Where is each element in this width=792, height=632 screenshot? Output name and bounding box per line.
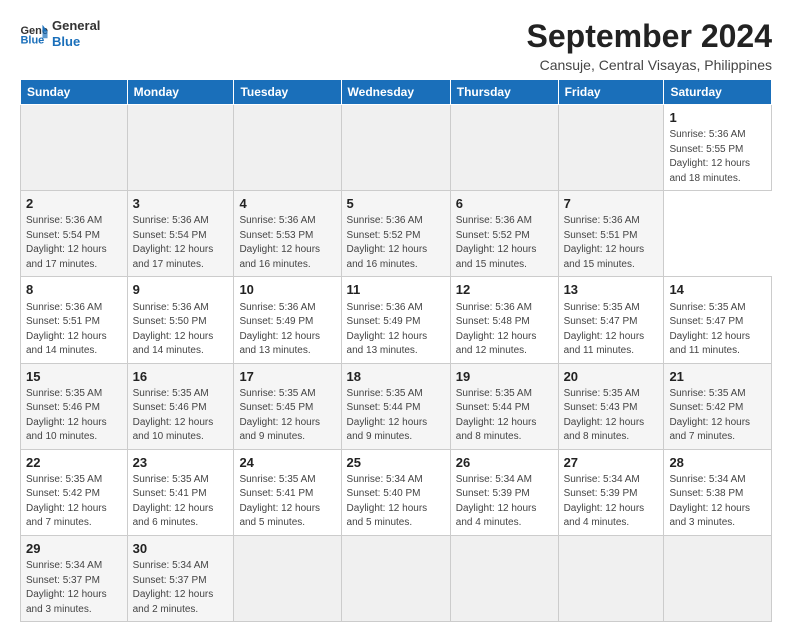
subtitle: Cansuje, Central Visayas, Philippines [527, 57, 772, 73]
calendar-cell-day-30: 30Sunrise: 5:34 AMSunset: 5:37 PMDayligh… [127, 535, 234, 621]
calendar-cell-day-21: 21Sunrise: 5:35 AMSunset: 5:42 PMDayligh… [664, 363, 772, 449]
main-title: September 2024 [527, 18, 772, 55]
calendar-header-tuesday: Tuesday [234, 80, 341, 105]
calendar-cell-day-22: 22Sunrise: 5:35 AMSunset: 5:42 PMDayligh… [21, 449, 128, 535]
calendar-cell-day-18: 18Sunrise: 5:35 AMSunset: 5:44 PMDayligh… [341, 363, 450, 449]
calendar-cell-empty [558, 535, 664, 621]
title-block: September 2024 Cansuje, Central Visayas,… [527, 18, 772, 73]
calendar-cell-day-6: 6Sunrise: 5:36 AMSunset: 5:52 PMDaylight… [450, 191, 558, 277]
calendar-cell-day-13: 13Sunrise: 5:35 AMSunset: 5:47 PMDayligh… [558, 277, 664, 363]
calendar-cell-day-20: 20Sunrise: 5:35 AMSunset: 5:43 PMDayligh… [558, 363, 664, 449]
calendar-cell-empty [558, 105, 664, 191]
calendar-cell-empty [127, 105, 234, 191]
calendar-cell-day-27: 27Sunrise: 5:34 AMSunset: 5:39 PMDayligh… [558, 449, 664, 535]
header: General Blue General Blue September 2024… [20, 18, 772, 73]
calendar-cell-day-16: 16Sunrise: 5:35 AMSunset: 5:46 PMDayligh… [127, 363, 234, 449]
calendar-cell-day-8: 8Sunrise: 5:36 AMSunset: 5:51 PMDaylight… [21, 277, 128, 363]
calendar-header-row: SundayMondayTuesdayWednesdayThursdayFrid… [21, 80, 772, 105]
logo-text-line2: Blue [52, 34, 100, 50]
calendar-cell-day-24: 24Sunrise: 5:35 AMSunset: 5:41 PMDayligh… [234, 449, 341, 535]
logo: General Blue General Blue [20, 18, 100, 49]
calendar-cell-day-14: 14Sunrise: 5:35 AMSunset: 5:47 PMDayligh… [664, 277, 772, 363]
logo-icon: General Blue [20, 23, 48, 45]
calendar-week-5: 22Sunrise: 5:35 AMSunset: 5:42 PMDayligh… [21, 449, 772, 535]
calendar-week-6: 29Sunrise: 5:34 AMSunset: 5:37 PMDayligh… [21, 535, 772, 621]
calendar-cell-empty [21, 105, 128, 191]
calendar-header-sunday: Sunday [21, 80, 128, 105]
calendar-cell-day-4: 4Sunrise: 5:36 AMSunset: 5:53 PMDaylight… [234, 191, 341, 277]
calendar-cell-day-15: 15Sunrise: 5:35 AMSunset: 5:46 PMDayligh… [21, 363, 128, 449]
page: General Blue General Blue September 2024… [0, 0, 792, 632]
calendar-week-2: 2Sunrise: 5:36 AMSunset: 5:54 PMDaylight… [21, 191, 772, 277]
calendar-cell-day-3: 3Sunrise: 5:36 AMSunset: 5:54 PMDaylight… [127, 191, 234, 277]
calendar-cell-day-7: 7Sunrise: 5:36 AMSunset: 5:51 PMDaylight… [558, 191, 664, 277]
calendar-cell-day-10: 10Sunrise: 5:36 AMSunset: 5:49 PMDayligh… [234, 277, 341, 363]
calendar-header-monday: Monday [127, 80, 234, 105]
logo-text-line1: General [52, 18, 100, 34]
calendar-cell-empty [341, 105, 450, 191]
calendar-header-saturday: Saturday [664, 80, 772, 105]
calendar-cell-empty [234, 535, 341, 621]
calendar-cell-day-19: 19Sunrise: 5:35 AMSunset: 5:44 PMDayligh… [450, 363, 558, 449]
calendar-cell-day-28: 28Sunrise: 5:34 AMSunset: 5:38 PMDayligh… [664, 449, 772, 535]
calendar-cell-day-5: 5Sunrise: 5:36 AMSunset: 5:52 PMDaylight… [341, 191, 450, 277]
calendar-header-wednesday: Wednesday [341, 80, 450, 105]
calendar-cell-day-2: 2Sunrise: 5:36 AMSunset: 5:54 PMDaylight… [21, 191, 128, 277]
calendar-week-1: 1Sunrise: 5:36 AMSunset: 5:55 PMDaylight… [21, 105, 772, 191]
calendar-cell-empty [664, 535, 772, 621]
calendar-cell-day-26: 26Sunrise: 5:34 AMSunset: 5:39 PMDayligh… [450, 449, 558, 535]
calendar-cell-day-17: 17Sunrise: 5:35 AMSunset: 5:45 PMDayligh… [234, 363, 341, 449]
calendar-cell-empty [450, 535, 558, 621]
calendar-week-3: 8Sunrise: 5:36 AMSunset: 5:51 PMDaylight… [21, 277, 772, 363]
calendar-cell-empty [341, 535, 450, 621]
calendar-cell-day-25: 25Sunrise: 5:34 AMSunset: 5:40 PMDayligh… [341, 449, 450, 535]
calendar-cell-empty [234, 105, 341, 191]
calendar-cell-day-29: 29Sunrise: 5:34 AMSunset: 5:37 PMDayligh… [21, 535, 128, 621]
calendar-cell-day-11: 11Sunrise: 5:36 AMSunset: 5:49 PMDayligh… [341, 277, 450, 363]
calendar-header-friday: Friday [558, 80, 664, 105]
calendar-cell-day-23: 23Sunrise: 5:35 AMSunset: 5:41 PMDayligh… [127, 449, 234, 535]
calendar-cell-day-1: 1Sunrise: 5:36 AMSunset: 5:55 PMDaylight… [664, 105, 772, 191]
calendar-cell-day-9: 9Sunrise: 5:36 AMSunset: 5:50 PMDaylight… [127, 277, 234, 363]
calendar: SundayMondayTuesdayWednesdayThursdayFrid… [20, 79, 772, 622]
calendar-cell-empty [450, 105, 558, 191]
svg-text:Blue: Blue [20, 34, 44, 45]
calendar-cell-day-12: 12Sunrise: 5:36 AMSunset: 5:48 PMDayligh… [450, 277, 558, 363]
calendar-header-thursday: Thursday [450, 80, 558, 105]
calendar-week-4: 15Sunrise: 5:35 AMSunset: 5:46 PMDayligh… [21, 363, 772, 449]
